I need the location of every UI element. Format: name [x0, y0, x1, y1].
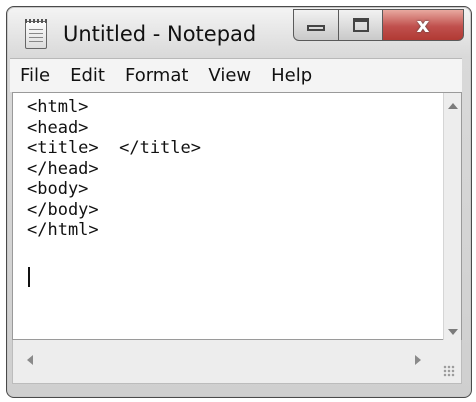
scroll-down-icon[interactable]	[448, 329, 458, 335]
resize-grip-icon[interactable]	[443, 365, 455, 377]
menu-bar: File Edit Format View Help	[10, 58, 462, 92]
close-button[interactable]: x	[382, 9, 464, 41]
maximize-button[interactable]	[338, 9, 383, 41]
minimize-button[interactable]	[293, 9, 339, 41]
scroll-up-icon[interactable]	[448, 103, 458, 109]
scroll-right-icon[interactable]	[415, 355, 421, 365]
title-bar[interactable]: Untitled - Notepad x	[7, 7, 471, 61]
window-title: Untitled - Notepad	[63, 22, 257, 46]
menu-help[interactable]: Help	[261, 61, 322, 91]
editor-text[interactable]: <html> <head> <title> </title> </head> <…	[27, 97, 201, 241]
close-icon: x	[416, 13, 430, 37]
scroll-left-icon[interactable]	[27, 355, 33, 365]
notepad-icon[interactable]	[25, 19, 47, 49]
menu-edit[interactable]: Edit	[60, 61, 115, 91]
vertical-scrollbar[interactable]	[443, 93, 461, 341]
minimize-icon	[307, 25, 325, 31]
menu-view[interactable]: View	[198, 61, 261, 91]
text-editor[interactable]: <html> <head> <title> </title> </head> <…	[12, 92, 462, 341]
text-caret	[28, 267, 30, 287]
maximize-icon	[352, 18, 369, 32]
menu-format[interactable]: Format	[115, 61, 198, 91]
menu-file[interactable]: File	[10, 61, 60, 91]
horizontal-scrollbar[interactable]	[12, 340, 462, 384]
